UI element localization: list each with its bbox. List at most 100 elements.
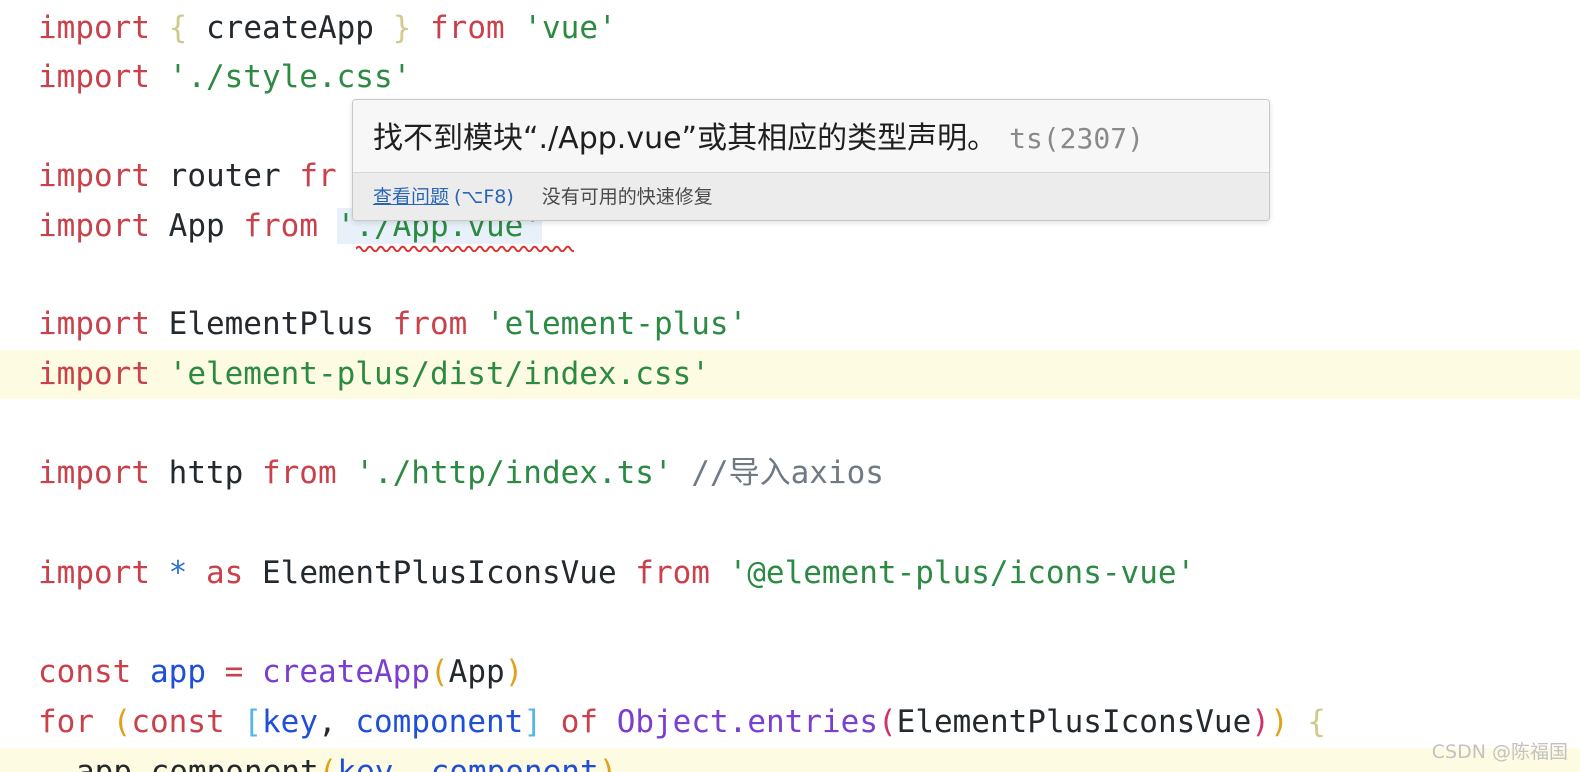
code-line: import ElementPlus from 'element-plus' xyxy=(0,300,1580,349)
keyword-from: from xyxy=(392,306,468,342)
paren-close: ) xyxy=(504,654,524,690)
view-problem-link[interactable]: 查看问题 xyxy=(373,182,449,209)
identifier-ElementPlus: ElementPlus xyxy=(168,306,374,342)
error-squiggle-underline xyxy=(356,243,574,252)
identifier-http: http xyxy=(168,455,244,491)
keyword-from: from xyxy=(243,208,318,244)
code-line-highlighted: import 'element-plus/dist/index.css' xyxy=(0,350,1580,399)
tooltip-error-code: ts(2307) xyxy=(1009,122,1144,155)
keyword-import: import xyxy=(38,208,150,244)
paren-open: ( xyxy=(318,754,338,772)
keyword-from: fr xyxy=(299,158,337,194)
module-string: '@element-plus/icons-vue' xyxy=(728,555,1196,591)
module-string: 'element-plus' xyxy=(485,306,748,342)
keyword-import: import xyxy=(38,158,150,194)
keyword-from: from xyxy=(261,455,337,491)
module-string: 'element-plus/dist/index.css' xyxy=(168,356,710,392)
comma: , xyxy=(318,704,337,740)
inline-comment: //导入axios xyxy=(691,455,884,491)
variable-app: app xyxy=(150,654,206,690)
object-entries: Object.entries xyxy=(616,704,878,740)
brace-close: } xyxy=(392,10,412,46)
module-string: 'vue' xyxy=(523,10,617,46)
code-line: import http from './http/index.ts' //导入a… xyxy=(0,449,1580,498)
paren-open: ( xyxy=(112,704,132,740)
keyword-import: import xyxy=(38,455,150,491)
tooltip-actions-row: 查看问题 (⌥F8) 没有可用的快速修复 xyxy=(353,172,1269,220)
bracket-open: [ xyxy=(243,704,263,740)
keyword-import: import xyxy=(38,59,150,95)
no-quick-fix-label: 没有可用的快速修复 xyxy=(541,186,713,208)
tooltip-message-row: 找不到模块“./App.vue”或其相应的类型声明。 ts(2307) xyxy=(353,100,1269,172)
watermark: CSDN @陈福国 xyxy=(1431,741,1568,763)
code-line: for (const [key, component] of Object.en… xyxy=(0,698,1580,747)
brace-open: { xyxy=(1307,704,1326,740)
identifier-app-component: app.component xyxy=(76,754,319,772)
keyword-from: from xyxy=(430,10,505,46)
code-line: import './style.css' xyxy=(0,53,1580,102)
identifier-router: router xyxy=(168,158,281,194)
paren-close: ) xyxy=(1269,704,1289,740)
variable-component: component xyxy=(355,704,524,740)
code-editor[interactable]: import { createApp } from 'vue' import '… xyxy=(0,0,1580,772)
star-glob-icon: * xyxy=(168,555,188,591)
identifier-createApp: createApp xyxy=(206,10,374,46)
code-line-clipped: app.component(key, component) xyxy=(0,748,1580,772)
tooltip-error-message: 找不到模块“./App.vue”或其相应的类型声明。 xyxy=(373,121,998,156)
keyword-const: const xyxy=(131,704,225,740)
identifier-ElementPlusIconsVue: ElementPlusIconsVue xyxy=(262,555,617,591)
code-line: const app = createApp(App) xyxy=(0,648,1580,697)
diagnostic-tooltip[interactable]: 找不到模块“./App.vue”或其相应的类型声明。 ts(2307) 查看问题… xyxy=(352,99,1270,221)
keyword-of: of xyxy=(560,704,599,740)
module-string: './style.css' xyxy=(168,59,412,95)
keyword-as: as xyxy=(206,555,244,591)
code-line: import * as ElementPlusIconsVue from '@e… xyxy=(0,549,1580,598)
paren-open-inner: ( xyxy=(877,704,897,740)
keyword-import: import xyxy=(38,10,150,46)
view-problem-shortcut: (⌥F8) xyxy=(454,186,514,208)
paren-close: ) xyxy=(598,754,618,772)
keyword-for: for xyxy=(38,704,94,740)
brace-open: { xyxy=(168,10,188,46)
paren-open: ( xyxy=(430,654,449,690)
argument-component: component xyxy=(430,754,599,772)
bracket-close: ] xyxy=(523,704,543,740)
variable-key: key xyxy=(262,704,319,740)
argument-ElementPlusIconsVue: ElementPlusIconsVue xyxy=(896,704,1252,740)
identifier-App: App xyxy=(168,208,225,244)
module-string: './http/index.ts' xyxy=(355,455,673,491)
operator-assign: = xyxy=(224,654,244,690)
